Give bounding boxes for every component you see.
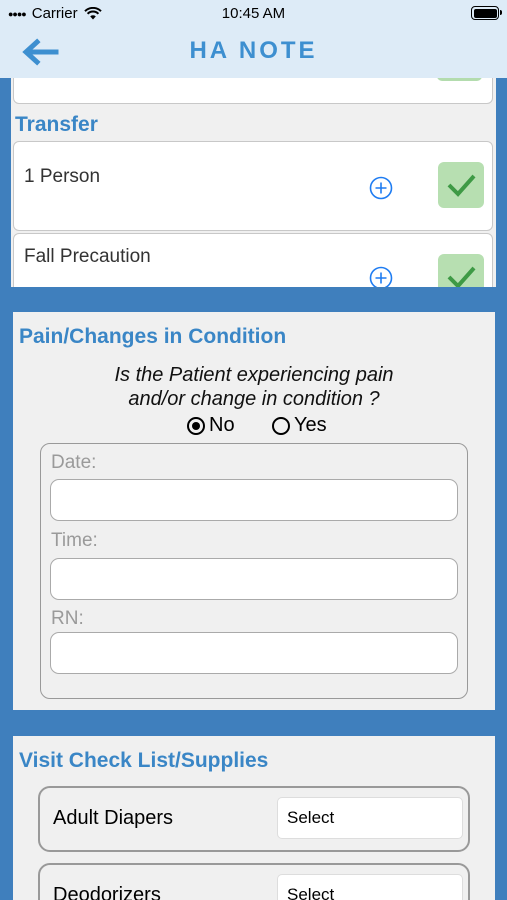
section-title-visit: Visit Check List/Supplies bbox=[19, 749, 269, 772]
radio-selected-icon bbox=[187, 416, 205, 435]
status-time: 10:45 AM bbox=[221, 5, 286, 22]
time-field[interactable] bbox=[50, 558, 458, 600]
item-label: Fall Precaution bbox=[24, 246, 151, 267]
supply-label: Adult Diapers bbox=[53, 807, 174, 829]
date-label: Date: bbox=[51, 452, 97, 473]
radio-no[interactable]: No bbox=[187, 414, 235, 437]
pain-question: Is the Patient experiencing pain and/or … bbox=[13, 363, 495, 411]
checkmark-icon bbox=[447, 174, 476, 197]
condition-fields: Date: Time: RN: bbox=[40, 443, 468, 699]
rn-field[interactable] bbox=[50, 632, 458, 674]
visit-checklist-section: Visit Check List/Supplies Adult Diapers … bbox=[13, 736, 495, 900]
radio-yes[interactable]: Yes bbox=[272, 414, 327, 437]
page-title: HA NOTE bbox=[189, 37, 318, 64]
question-line-1: Is the Patient experiencing pain bbox=[114, 364, 394, 386]
previous-list-item bbox=[13, 78, 493, 104]
transfer-section: Transfer 1 Person Fall Precaution bbox=[11, 78, 496, 287]
date-field[interactable] bbox=[50, 479, 458, 521]
checkbox-checked[interactable] bbox=[438, 254, 484, 287]
checkbox-checked[interactable] bbox=[438, 162, 484, 208]
supply-item: Adult Diapers Select bbox=[38, 786, 470, 852]
supply-label: Deodorizers bbox=[53, 884, 161, 900]
question-line-2: and/or change in condition ? bbox=[128, 388, 380, 410]
time-label: Time: bbox=[51, 530, 98, 551]
pain-section: Pain/Changes in Condition Is the Patient… bbox=[13, 312, 495, 710]
rn-label: RN: bbox=[51, 608, 84, 629]
select-dropdown[interactable]: Select bbox=[277, 874, 463, 900]
section-title-pain: Pain/Changes in Condition bbox=[19, 325, 287, 348]
check-box[interactable] bbox=[437, 78, 482, 81]
select-dropdown[interactable]: Select bbox=[277, 797, 463, 839]
checkmark-icon bbox=[447, 266, 476, 287]
list-item: 1 Person bbox=[13, 141, 493, 231]
plus-circle-icon[interactable] bbox=[369, 176, 393, 200]
section-title-transfer: Transfer bbox=[15, 113, 98, 136]
status-bar: ●●●● Carrier 10:45 AM bbox=[0, 0, 507, 26]
radio-unselected-icon bbox=[272, 416, 290, 435]
nav-bar: HA NOTE bbox=[0, 26, 507, 78]
battery-icon bbox=[471, 6, 502, 20]
radio-label: No bbox=[209, 414, 235, 436]
item-label: 1 Person bbox=[24, 166, 101, 187]
list-item: Fall Precaution bbox=[13, 233, 493, 287]
plus-circle-icon[interactable] bbox=[369, 266, 393, 287]
supply-item: Deodorizers Select bbox=[38, 863, 470, 900]
radio-label: Yes bbox=[294, 414, 327, 436]
